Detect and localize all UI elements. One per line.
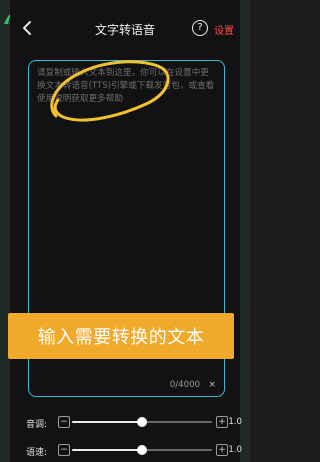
speed-value: 1.0	[228, 445, 242, 455]
pitch-slider-thumb[interactable]	[137, 417, 147, 427]
speed-label: 语速:	[26, 448, 48, 458]
pitch-decrease-button[interactable]: −	[58, 416, 70, 428]
pitch-row: 音调: − + 1.0	[20, 414, 242, 432]
pitch-label: 音调:	[26, 420, 48, 430]
side-gutter-left	[0, 0, 10, 462]
speed-slider[interactable]	[72, 445, 212, 455]
top-bar: 文字转语音 ? 设置	[10, 16, 240, 44]
settings-button[interactable]: 设置	[214, 22, 234, 37]
help-circle-icon[interactable]: ?	[192, 20, 208, 36]
speed-decrease-button[interactable]: −	[58, 444, 70, 456]
pitch-slider[interactable]	[72, 417, 212, 427]
char-counter: 0/4000	[169, 380, 200, 390]
speed-increase-button[interactable]: +	[216, 444, 228, 456]
speed-row: 语速: − + 1.0	[20, 442, 242, 460]
speed-slider-thumb[interactable]	[137, 445, 147, 455]
speed-slider-fill	[72, 449, 142, 451]
side-gutter-right	[240, 0, 250, 462]
clear-text-button[interactable]: ×	[208, 380, 216, 390]
pitch-value: 1.0	[228, 417, 242, 427]
pitch-slider-fill	[72, 421, 142, 423]
text-input-placeholder: 请复制或输入文本到这里，你可以在设置中更换文本转语音(TTS)引擎或下载发音包，…	[37, 68, 215, 104]
instruction-banner-text: 输入需要转换的文本	[37, 327, 205, 348]
app-screen: 文字转语音 ? 设置 请复制或输入文本到这里，你可以在设置中更换文本转语音(TT…	[10, 0, 242, 462]
pitch-increase-button[interactable]: +	[216, 416, 228, 428]
instruction-banner: 输入需要转换的文本	[8, 313, 234, 359]
